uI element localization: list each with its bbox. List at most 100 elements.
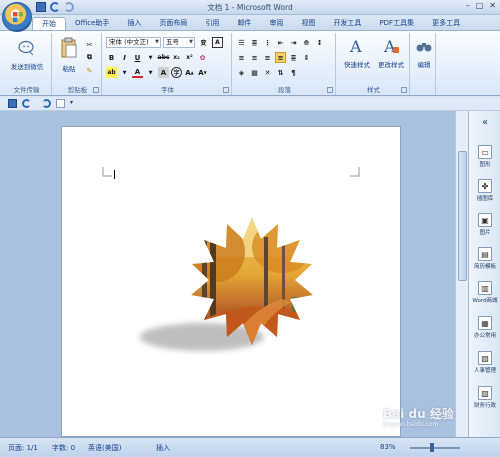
styles-launcher[interactable]	[401, 87, 407, 93]
grow-font-icon[interactable]: A ▲	[184, 67, 195, 78]
strikethrough-icon[interactable]: abc	[158, 52, 170, 63]
tab-7[interactable]: 视图	[292, 17, 324, 30]
tab-8[interactable]: 开发工具	[324, 17, 370, 30]
star-picture-shape[interactable]	[132, 207, 332, 367]
clipboard-launcher[interactable]	[93, 87, 99, 93]
tab-3[interactable]: 页面布局	[150, 17, 196, 30]
side-panel-item[interactable]: ▨ 财务行政	[469, 386, 500, 409]
format-painter-icon[interactable]: ✎	[84, 65, 95, 76]
chevron-down-icon[interactable]: ▼	[119, 67, 130, 78]
finance-icon: ▨	[478, 386, 492, 400]
tab-10[interactable]: 更多工具	[423, 17, 469, 30]
vertical-scrollbar[interactable]	[455, 111, 468, 437]
char-shading-icon[interactable]: A	[158, 67, 169, 78]
document-area	[0, 111, 468, 437]
font-name-combo[interactable]: 宋体 (中文正) ▼	[106, 37, 161, 48]
page-count[interactable]: 页面: 1/1	[8, 443, 38, 453]
align-left-icon[interactable]: ≡	[236, 52, 247, 63]
show-marks-icon[interactable]: ¶	[288, 67, 299, 78]
cut-icon[interactable]: ✂	[84, 39, 95, 50]
shrink-font-icon[interactable]: A ▼	[197, 67, 208, 78]
distributed-icon[interactable]: ≣	[288, 52, 299, 63]
side-panel-item[interactable]: ✤ 插图库	[469, 179, 500, 202]
bullets-icon[interactable]: ☰	[236, 37, 247, 48]
align-right-icon[interactable]: ≡	[262, 52, 273, 63]
text-direction-icon[interactable]: ⇅	[275, 67, 286, 78]
font-size-combo[interactable]: 五号 ▼	[163, 37, 195, 48]
copy-icon[interactable]: ⧉	[84, 52, 95, 63]
save-icon[interactable]	[8, 99, 17, 108]
document-page[interactable]	[61, 126, 401, 437]
side-panel-item[interactable]: ▤ 简历模板	[469, 247, 500, 270]
char-border-icon[interactable]: A	[212, 37, 223, 48]
italic-icon[interactable]: I	[119, 52, 130, 63]
tab-5[interactable]: 邮件	[228, 17, 260, 30]
highlight-icon[interactable]: ab	[106, 67, 117, 78]
redo-icon[interactable]	[42, 99, 51, 108]
side-panel-item[interactable]: ▥ Word商城	[469, 281, 500, 304]
clear-format-icon[interactable]: ✿	[197, 52, 208, 63]
quick-styles-button[interactable]: A 快速样式	[340, 37, 374, 69]
numbering-icon[interactable]: ≣	[249, 37, 260, 48]
minimize-button[interactable]: –	[466, 1, 470, 10]
tab-2[interactable]: 插入	[118, 17, 150, 30]
side-panel-item[interactable]: ▣ 图片	[469, 213, 500, 236]
scrollbar-thumb[interactable]	[458, 151, 467, 281]
subscript-icon[interactable]: x₂	[171, 52, 182, 63]
zoom-slider[interactable]	[410, 447, 460, 449]
tab-9[interactable]: PDF工具集	[370, 17, 423, 30]
align-center-icon[interactable]: ≡	[249, 52, 260, 63]
group-paragraph: ☰ ≣ ⋮ ⇤ ⇥ ⟰ ↕ ≡ ≡ ≡ ≡ ≣ ⇕ ◈ ▦ ✕ ⇅ ¶ 段落	[234, 33, 336, 95]
maximize-button[interactable]: □	[476, 1, 484, 10]
side-panel-item-label: 插图库	[476, 196, 494, 202]
asian-typography-icon[interactable]: ✕	[262, 67, 273, 78]
zoom-level[interactable]: 83%	[380, 443, 396, 451]
chevron-down-icon[interactable]: ▼	[145, 52, 156, 63]
paste-button[interactable]: 粘贴	[58, 37, 80, 73]
line-spacing-icon[interactable]: ⇕	[301, 52, 312, 63]
word-count[interactable]: 字数: 0	[52, 443, 75, 453]
customize-qat-icon[interactable]: ▾	[70, 99, 79, 108]
increase-indent-icon[interactable]: ⇥	[288, 37, 299, 48]
underline-icon[interactable]: U	[132, 52, 143, 63]
send-to-wechat-button[interactable]: 发送到微信	[6, 39, 48, 71]
group-editing: 编辑	[412, 33, 436, 95]
font-launcher[interactable]	[223, 87, 229, 93]
phonetic-guide-icon[interactable]: 变	[198, 37, 209, 48]
justify-icon[interactable]: ≡	[275, 52, 286, 63]
sort-icon[interactable]: ↕	[314, 37, 325, 48]
shading-icon[interactable]: ◈	[236, 67, 247, 78]
change-styles-label: 更改样式	[378, 61, 404, 69]
superscript-icon[interactable]: x²	[184, 52, 195, 63]
paragraph-launcher[interactable]	[327, 87, 333, 93]
print-preview-icon[interactable]	[56, 99, 65, 108]
close-button[interactable]: ✕	[489, 1, 496, 10]
office-button[interactable]	[2, 2, 32, 32]
chinese-layout-icon[interactable]: ⟰	[301, 37, 312, 48]
enclose-char-icon[interactable]: 字	[171, 67, 182, 78]
side-panel-item[interactable]: ▧ 人事管理	[469, 351, 500, 374]
multilevel-list-icon[interactable]: ⋮	[262, 37, 273, 48]
decrease-indent-icon[interactable]: ⇤	[275, 37, 286, 48]
undo-icon[interactable]	[22, 99, 31, 108]
font-color-icon[interactable]: A	[132, 67, 143, 78]
borders-icon[interactable]: ▦	[249, 67, 260, 78]
side-panel-item[interactable]: ▭ 图形	[469, 145, 500, 168]
ribbon: 发送到微信 文件传输 粘贴 ✂ ⧉ ✎ 剪贴板 宋体 (中文正) ▼ 五号 ▼ 变 …	[0, 30, 500, 96]
editing-button[interactable]: 编辑	[412, 37, 436, 69]
tab-6[interactable]: 审阅	[260, 17, 292, 30]
chevron-down-icon[interactable]: ▼	[145, 67, 156, 78]
tab-1[interactable]: Office助手	[66, 17, 118, 30]
collapse-panel-icon[interactable]: «	[469, 117, 500, 128]
group-clipboard: 粘贴 ✂ ⧉ ✎ 剪贴板	[54, 33, 102, 95]
tab-0[interactable]: 开始	[32, 17, 66, 30]
change-styles-button[interactable]: A 更改样式	[374, 37, 408, 69]
insert-mode[interactable]: 插入	[156, 443, 170, 453]
wechat-icon	[18, 40, 34, 56]
bold-icon[interactable]: B	[106, 52, 117, 63]
office-icon: ▦	[478, 316, 492, 330]
language-indicator[interactable]: 英语(美国)	[88, 443, 121, 453]
tab-4[interactable]: 引用	[196, 17, 228, 30]
side-panel-item[interactable]: ▦ 办公常用	[469, 316, 500, 339]
zoom-slider-knob[interactable]	[430, 443, 434, 452]
